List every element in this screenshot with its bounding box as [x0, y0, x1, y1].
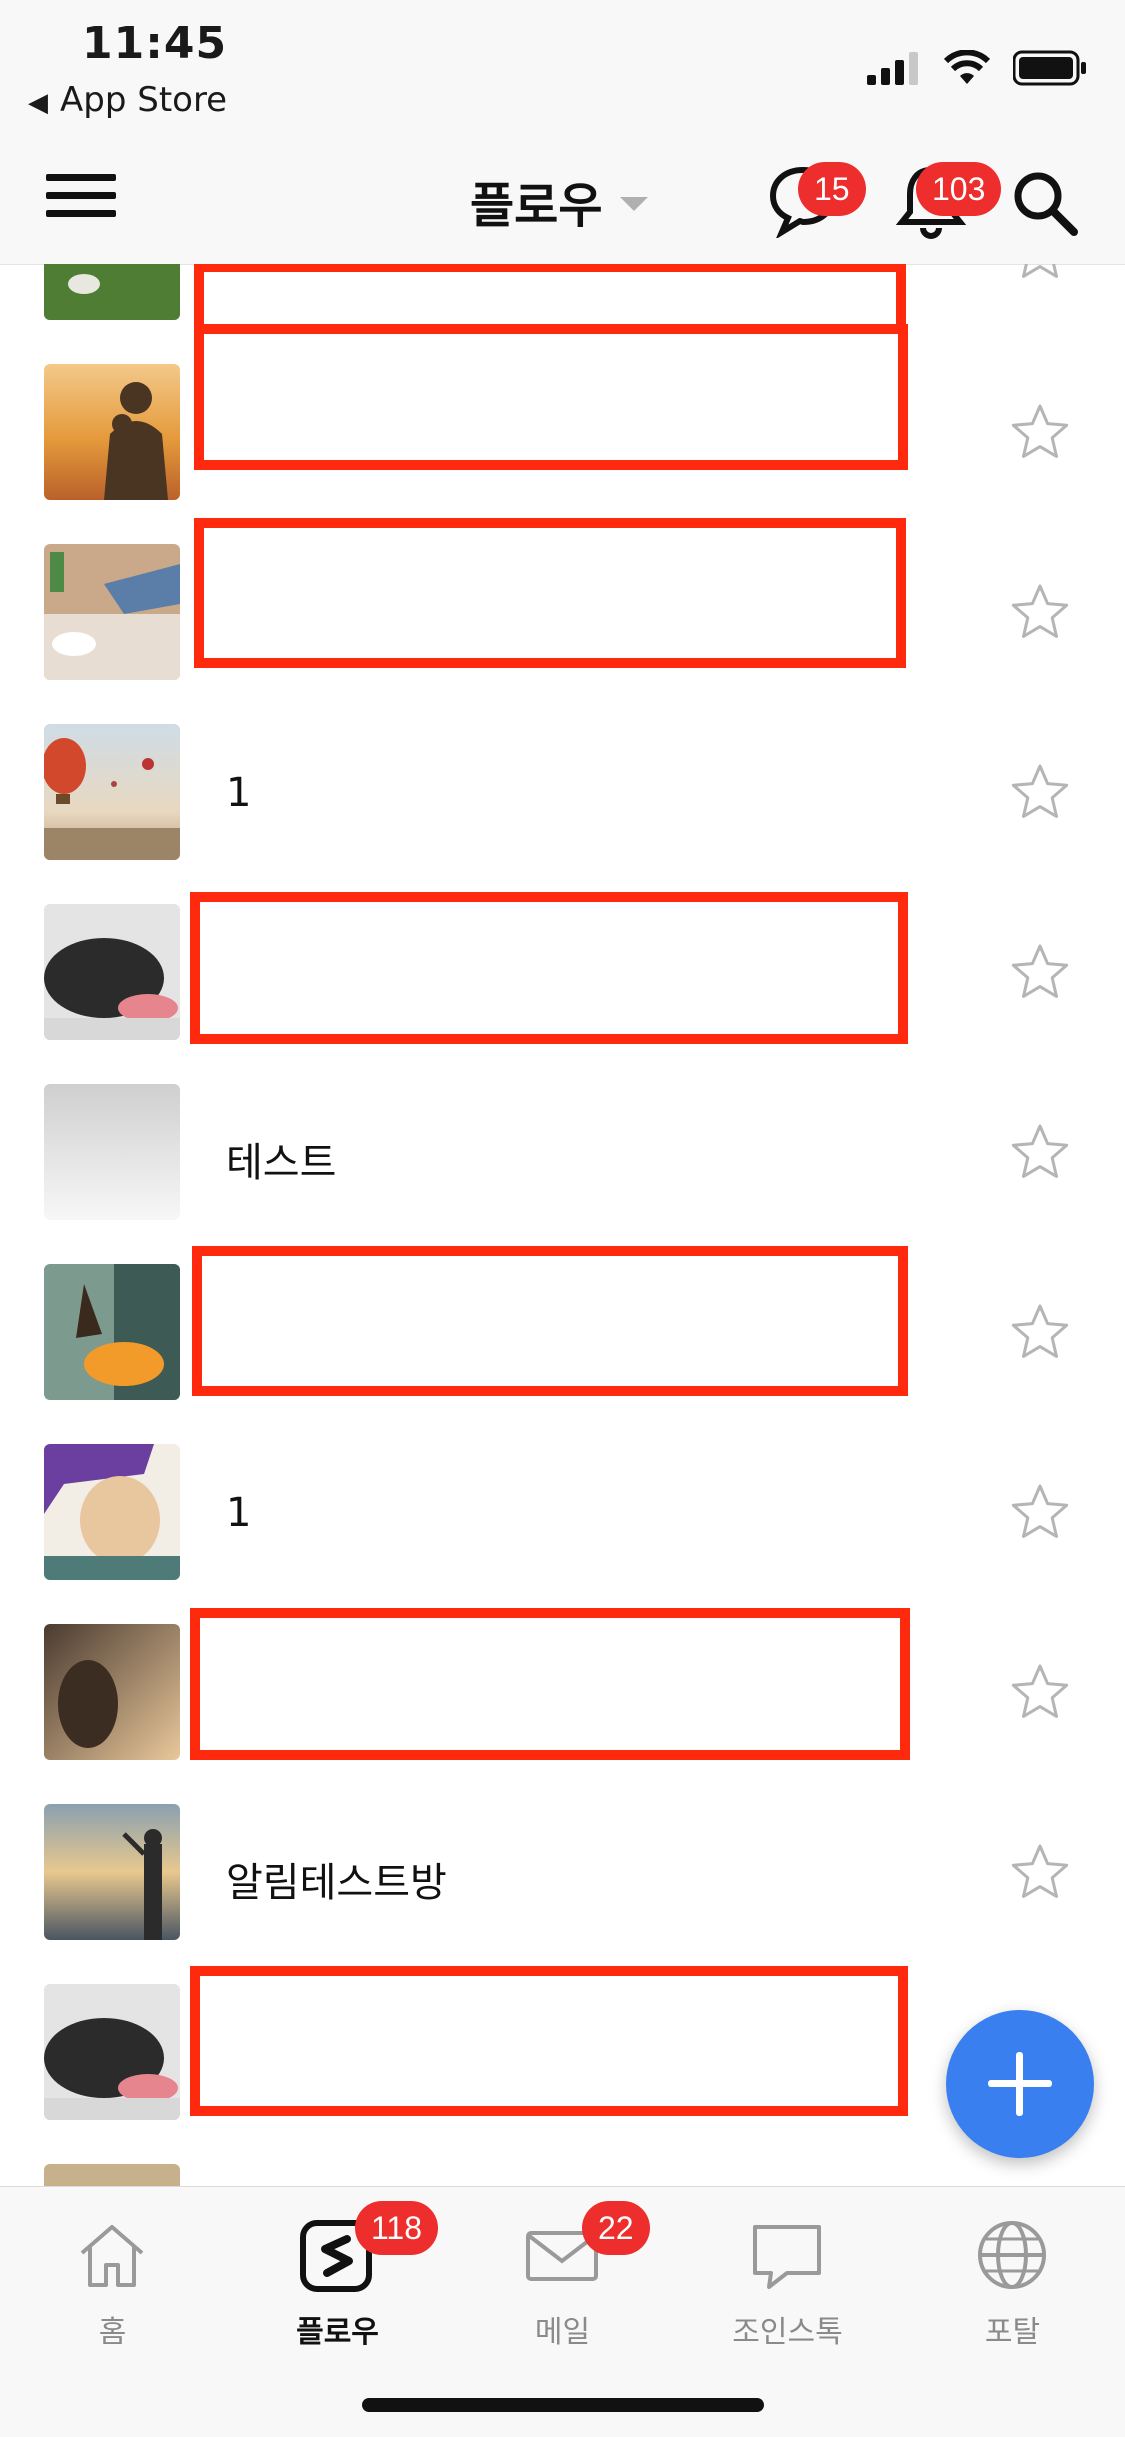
back-triangle-icon: ◀ [28, 88, 48, 118]
search-button[interactable] [1010, 168, 1080, 242]
battery-icon [1013, 50, 1086, 86]
room-list: 1 테스트 1 알림테스트방 [0, 264, 1125, 2186]
notification-badge: 103 [916, 162, 1002, 216]
home-indicator[interactable] [362, 2398, 764, 2412]
menu-bar [46, 192, 116, 199]
search-icon [1014, 172, 1078, 236]
star-icon[interactable] [1010, 1482, 1070, 1542]
star-icon[interactable] [1010, 1662, 1070, 1722]
room-name: 테스트 [226, 1140, 337, 1186]
star-icon[interactable] [1010, 1302, 1070, 1362]
room-name: 1 [226, 770, 252, 816]
room-thumbnail [44, 544, 180, 680]
room-thumbnail [44, 1804, 180, 1940]
tab-home[interactable]: 홈 [0, 2187, 225, 2377]
menu-bar [46, 210, 116, 217]
tab-flow[interactable]: 118 플로우 [225, 2187, 450, 2377]
redacted-name [194, 324, 908, 470]
room-name: 알림테스트방 [226, 1860, 447, 1906]
home-icon [80, 2225, 144, 2287]
redacted-name [190, 1966, 908, 2116]
menu-bar [46, 174, 116, 181]
list-item[interactable] [0, 886, 1125, 1066]
room-thumbnail [44, 904, 180, 1040]
status-icons [867, 50, 1087, 86]
chat-bubble-icon [753, 2225, 821, 2289]
list-item[interactable]: 1 [0, 1426, 1125, 1606]
list-item[interactable]: 테스트 [0, 1066, 1125, 1246]
list-item[interactable] [0, 518, 1125, 706]
room-thumbnail [44, 1264, 180, 1400]
tab-badge: 118 [355, 2201, 439, 2255]
back-to-app-store[interactable]: ◀ App Store [28, 80, 227, 120]
clock: 11:45 [82, 18, 228, 69]
room-thumbnail [44, 1624, 180, 1760]
redacted-name [190, 1608, 910, 1760]
tab-label: 메일 [534, 2315, 591, 2350]
list-item[interactable] [0, 1606, 1125, 1786]
star-icon[interactable] [1010, 1122, 1070, 1182]
star-icon[interactable] [1010, 402, 1070, 462]
tab-joinstalk[interactable]: 조인스톡 [675, 2187, 900, 2377]
tab-label: 포탈 [984, 2315, 1041, 2350]
tab-label: 플로우 [296, 2315, 379, 2350]
star-icon[interactable] [1010, 264, 1070, 282]
list-item[interactable] [0, 2146, 1125, 2186]
star-icon[interactable] [1010, 942, 1070, 1002]
room-thumbnail [44, 724, 180, 860]
room-thumbnail [44, 2164, 180, 2186]
list-item[interactable] [0, 324, 1125, 526]
back-label: App Store [60, 80, 228, 120]
star-icon[interactable] [1010, 762, 1070, 822]
room-thumbnail [44, 264, 180, 320]
room-thumbnail [44, 364, 180, 500]
star-icon[interactable] [1010, 582, 1070, 642]
tab-mail[interactable]: 22 메일 [450, 2187, 675, 2377]
notification-button[interactable]: 103 [895, 162, 1002, 244]
room-thumbnail [44, 1084, 180, 1220]
add-button[interactable] [946, 2010, 1094, 2158]
list-item[interactable]: 1 [0, 706, 1125, 886]
status-bar: 11:45 ◀ App Store [0, 0, 1125, 140]
room-thumbnail [44, 1984, 180, 2120]
app-header: 플로우 15 103 [0, 140, 1125, 265]
room-name: 1 [226, 1490, 252, 1536]
chevron-down-icon [620, 197, 649, 211]
room-thumbnail [44, 1444, 180, 1580]
globe-icon [978, 2221, 1046, 2289]
menu-button[interactable] [46, 168, 118, 228]
redacted-name [190, 892, 908, 1044]
tab-badge: 22 [582, 2201, 650, 2255]
star-icon[interactable] [1010, 1842, 1070, 1902]
tab-label: 조인스톡 [732, 2315, 843, 2350]
tab-portal[interactable]: 포탈 [900, 2187, 1125, 2377]
redacted-name [194, 518, 906, 668]
title-dropdown[interactable]: 플로우 [470, 166, 649, 236]
chat-button[interactable]: 15 [768, 162, 866, 242]
wifi-icon [943, 50, 991, 84]
redacted-name [192, 1246, 908, 1396]
signal-icon [867, 52, 918, 85]
list-item[interactable] [0, 1246, 1125, 1426]
chat-badge: 15 [798, 162, 866, 216]
page-title: 플로우 [470, 178, 603, 234]
list-item[interactable]: 알림테스트방 [0, 1786, 1125, 1966]
tab-label: 홈 [98, 2315, 127, 2350]
